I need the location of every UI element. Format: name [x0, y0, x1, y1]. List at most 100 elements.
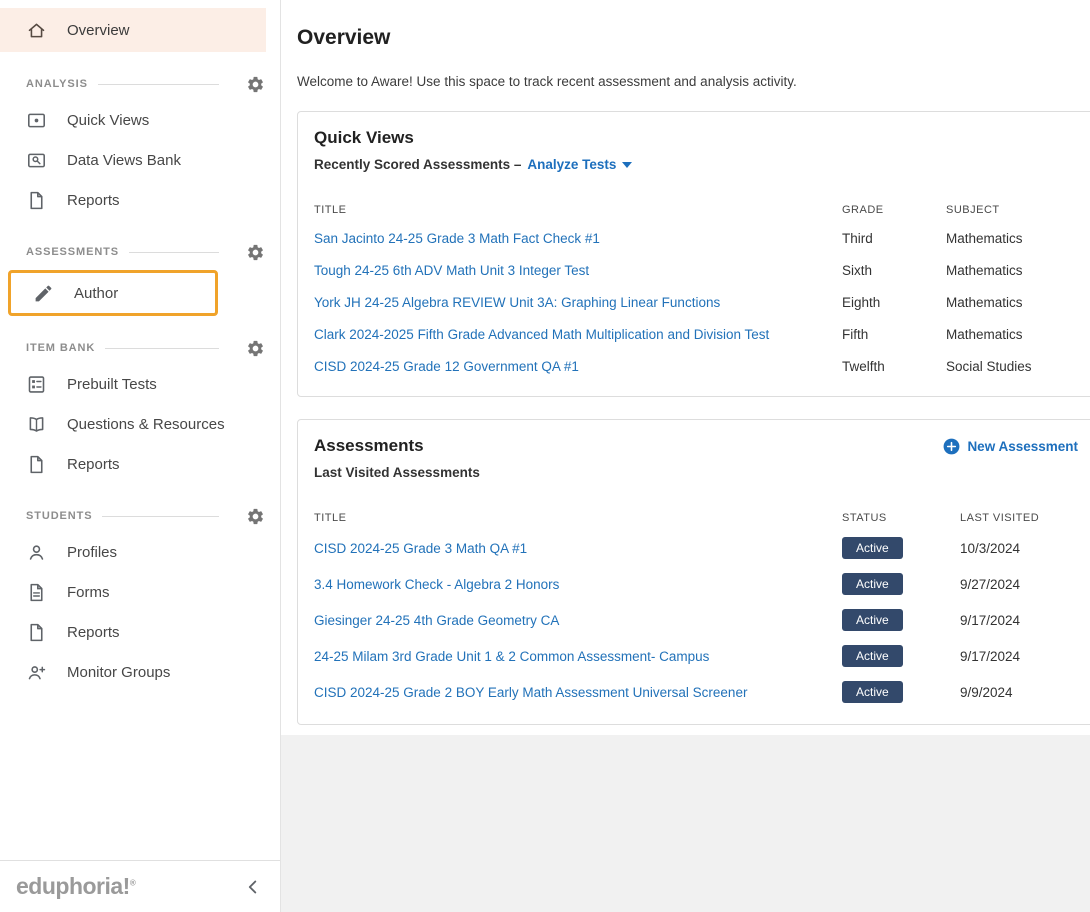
table-header: TITLE STATUS LAST VISITED — [314, 506, 1086, 530]
status-badge: Active — [842, 609, 903, 631]
grade-cell: Fifth — [842, 327, 946, 342]
section-label: STUDENTS — [26, 510, 92, 522]
eduphoria-logo: eduphoria!® — [16, 873, 135, 900]
table-row: Tough 24-25 6th ADV Math Unit 3 Integer … — [314, 254, 1086, 286]
sidebar-item-questions-resources[interactable]: Questions & Resources — [0, 404, 280, 444]
welcome-text: Welcome to Aware! Use this space to trac… — [297, 74, 1090, 89]
settings-gear-icon[interactable] — [246, 507, 265, 526]
assessment-link[interactable]: San Jacinto 24-25 Grade 3 Math Fact Chec… — [314, 231, 842, 246]
table-header: TITLE GRADE SUBJECT — [314, 198, 1086, 222]
last-visited-cell: 9/9/2024 — [960, 685, 1086, 700]
subtitle-text: Last Visited Assessments — [314, 465, 480, 480]
sidebar-footer: eduphoria!® — [0, 860, 280, 912]
section-header-analysis: ANALYSIS — [26, 74, 280, 94]
assessments-subtitle: Last Visited Assessments — [314, 465, 1086, 480]
app-root: Overview ANALYSIS Quick Views Data Views… — [0, 0, 1090, 912]
column-header-status: STATUS — [842, 512, 960, 524]
registered-mark: ® — [130, 878, 135, 887]
quick-views-card: Quick Views Recently Scored Assessments … — [297, 111, 1090, 397]
person-icon — [26, 542, 47, 563]
subtitle-text: Recently Scored Assessments – — [314, 157, 521, 172]
sidebar-item-prebuilt-tests[interactable]: Prebuilt Tests — [0, 364, 280, 404]
home-icon — [26, 20, 47, 41]
last-visited-cell: 9/17/2024 — [960, 613, 1086, 628]
subject-cell: Social Studies — [946, 359, 1086, 374]
section-divider — [102, 516, 219, 517]
subject-cell: Mathematics — [946, 295, 1086, 310]
assessment-link[interactable]: 3.4 Homework Check - Algebra 2 Honors — [314, 577, 842, 592]
form-icon — [26, 582, 47, 603]
last-visited-cell: 9/17/2024 — [960, 649, 1086, 664]
sidebar-item-label: Reports — [67, 624, 120, 641]
table-row: CISD 2024-25 Grade 2 BOY Early Math Asse… — [314, 674, 1086, 710]
report-icon — [26, 622, 47, 643]
sidebar-item-profiles[interactable]: Profiles — [0, 532, 280, 572]
grade-cell: Eighth — [842, 295, 946, 310]
sidebar-item-label: Overview — [67, 22, 130, 39]
sidebar-item-data-views-bank[interactable]: Data Views Bank — [0, 140, 280, 180]
sidebar-item-item-bank-reports[interactable]: Reports — [0, 444, 280, 484]
sidebar-item-label: Author — [74, 285, 118, 302]
author-highlight-box: Author — [8, 270, 218, 316]
analyze-tests-link[interactable]: Analyze Tests — [527, 157, 632, 172]
section-header-item-bank: ITEM BANK — [26, 338, 280, 358]
pencil-icon — [33, 283, 54, 304]
sidebar-item-author[interactable]: Author — [11, 273, 215, 313]
subject-cell: Mathematics — [946, 327, 1086, 342]
chevron-down-icon — [622, 162, 632, 168]
assessment-link[interactable]: Clark 2024-2025 Fifth Grade Advanced Mat… — [314, 327, 842, 342]
quick-views-subtitle: Recently Scored Assessments – Analyze Te… — [314, 157, 1086, 172]
sidebar: Overview ANALYSIS Quick Views Data Views… — [0, 0, 281, 912]
section-divider — [129, 252, 219, 253]
assessment-link[interactable]: CISD 2024-25 Grade 2 BOY Early Math Asse… — [314, 685, 842, 700]
sidebar-item-label: Profiles — [67, 544, 117, 561]
assessment-link[interactable]: CISD 2024-25 Grade 3 Math QA #1 — [314, 541, 842, 556]
settings-gear-icon[interactable] — [246, 75, 265, 94]
chevron-left-icon[interactable] — [242, 876, 264, 898]
person-add-icon — [26, 662, 47, 683]
status-badge: Active — [842, 645, 903, 667]
assessment-link[interactable]: 24-25 Milam 3rd Grade Unit 1 & 2 Common … — [314, 649, 842, 664]
page-title: Overview — [297, 26, 1090, 50]
sidebar-item-label: Data Views Bank — [67, 152, 181, 169]
preview-icon — [26, 110, 47, 131]
table-row: CISD 2024-25 Grade 12 Government QA #1 T… — [314, 350, 1086, 382]
assessments-card: Assessments New Assessment Last Visited … — [297, 419, 1090, 725]
table-row: Clark 2024-2025 Fifth Grade Advanced Mat… — [314, 318, 1086, 350]
new-assessment-button[interactable]: New Assessment — [942, 437, 1078, 456]
search-box-icon — [26, 150, 47, 171]
section-label: ANALYSIS — [26, 78, 88, 90]
grade-cell: Third — [842, 231, 946, 246]
sidebar-item-label: Monitor Groups — [67, 664, 170, 681]
sidebar-item-analysis-reports[interactable]: Reports — [0, 180, 280, 220]
last-visited-cell: 9/27/2024 — [960, 577, 1086, 592]
plus-circle-icon — [942, 437, 961, 456]
sidebar-item-overview[interactable]: Overview — [0, 8, 266, 52]
card-title: Assessments — [314, 436, 424, 456]
section-divider — [105, 348, 219, 349]
sidebar-item-monitor-groups[interactable]: Monitor Groups — [0, 652, 280, 692]
ballot-icon — [26, 374, 47, 395]
column-header-title: TITLE — [314, 204, 842, 216]
status-badge: Active — [842, 537, 903, 559]
section-header-assessments: ASSESSMENTS — [26, 242, 280, 262]
sidebar-item-students-reports[interactable]: Reports — [0, 612, 280, 652]
assessment-link[interactable]: York JH 24-25 Algebra REVIEW Unit 3A: Gr… — [314, 295, 842, 310]
page-background — [281, 735, 1090, 912]
grade-cell: Sixth — [842, 263, 946, 278]
assessment-link[interactable]: Tough 24-25 6th ADV Math Unit 3 Integer … — [314, 263, 842, 278]
book-icon — [26, 414, 47, 435]
assessment-link[interactable]: CISD 2024-25 Grade 12 Government QA #1 — [314, 359, 842, 374]
section-divider — [98, 84, 219, 85]
assessments-card-header: Assessments New Assessment — [314, 436, 1086, 456]
column-header-subject: SUBJECT — [946, 204, 1086, 216]
settings-gear-icon[interactable] — [246, 339, 265, 358]
settings-gear-icon[interactable] — [246, 243, 265, 262]
table-row: San Jacinto 24-25 Grade 3 Math Fact Chec… — [314, 222, 1086, 254]
table-row: CISD 2024-25 Grade 3 Math QA #1 Active 1… — [314, 530, 1086, 566]
sidebar-item-label: Quick Views — [67, 112, 149, 129]
sidebar-item-quick-views[interactable]: Quick Views — [0, 100, 280, 140]
sidebar-item-forms[interactable]: Forms — [0, 572, 280, 612]
status-badge: Active — [842, 681, 903, 703]
assessment-link[interactable]: Giesinger 24-25 4th Grade Geometry CA — [314, 613, 842, 628]
